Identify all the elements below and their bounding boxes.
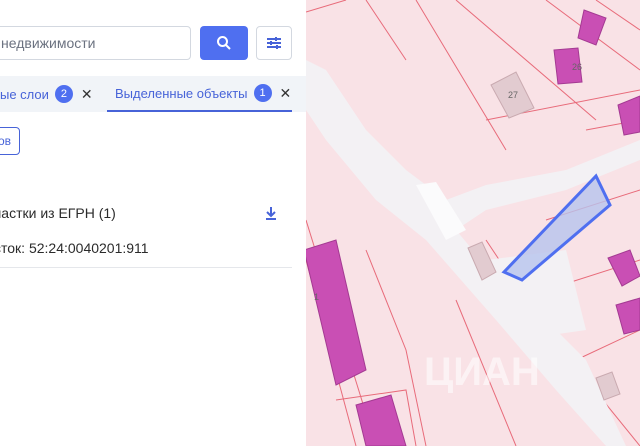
download-icon <box>266 207 276 220</box>
search-placeholder: недвижимости <box>1 35 96 51</box>
small-button-label: ов <box>0 134 11 148</box>
section-title: частки из ЕГРН (1) <box>0 205 116 221</box>
close-icon[interactable]: ✕ <box>280 85 292 102</box>
tab-layers[interactable]: ые слои 2 ✕ <box>0 76 93 112</box>
filter-button[interactable] <box>256 26 292 60</box>
watermark: ЦИАН <box>424 350 540 394</box>
tab-selected-objects[interactable]: Выделенные объекты 1 ✕ <box>107 76 292 112</box>
search-icon <box>217 36 231 50</box>
search-button[interactable] <box>200 26 248 60</box>
tab-layers-label: ые слои <box>0 86 49 102</box>
tab-bar: ые слои 2 ✕ Выделенные объекты 1 ✕ <box>0 76 306 112</box>
download-button[interactable] <box>262 204 280 222</box>
tab-selected-count: 1 <box>253 84 272 102</box>
map-label-26: 26 <box>572 62 582 72</box>
tab-layers-count: 2 <box>54 85 73 103</box>
map-label-1: 1 <box>314 292 319 302</box>
sidebar-panel: недвижимости ые слои 2 ✕ Выделенные объе… <box>0 0 306 446</box>
small-button[interactable]: ов <box>0 127 20 155</box>
tab-selected-label: Выделенные объекты <box>115 85 248 101</box>
close-icon[interactable]: ✕ <box>81 86 93 103</box>
cadastral-map[interactable]: 27 26 1 ЦИАН <box>306 0 640 446</box>
filter-icon <box>267 37 281 49</box>
parcel-item[interactable]: сток: 52:24:0040201:911 <box>0 240 149 256</box>
map-label-27: 27 <box>508 90 518 100</box>
divider <box>0 267 292 268</box>
search-input[interactable]: недвижимости <box>0 26 191 60</box>
